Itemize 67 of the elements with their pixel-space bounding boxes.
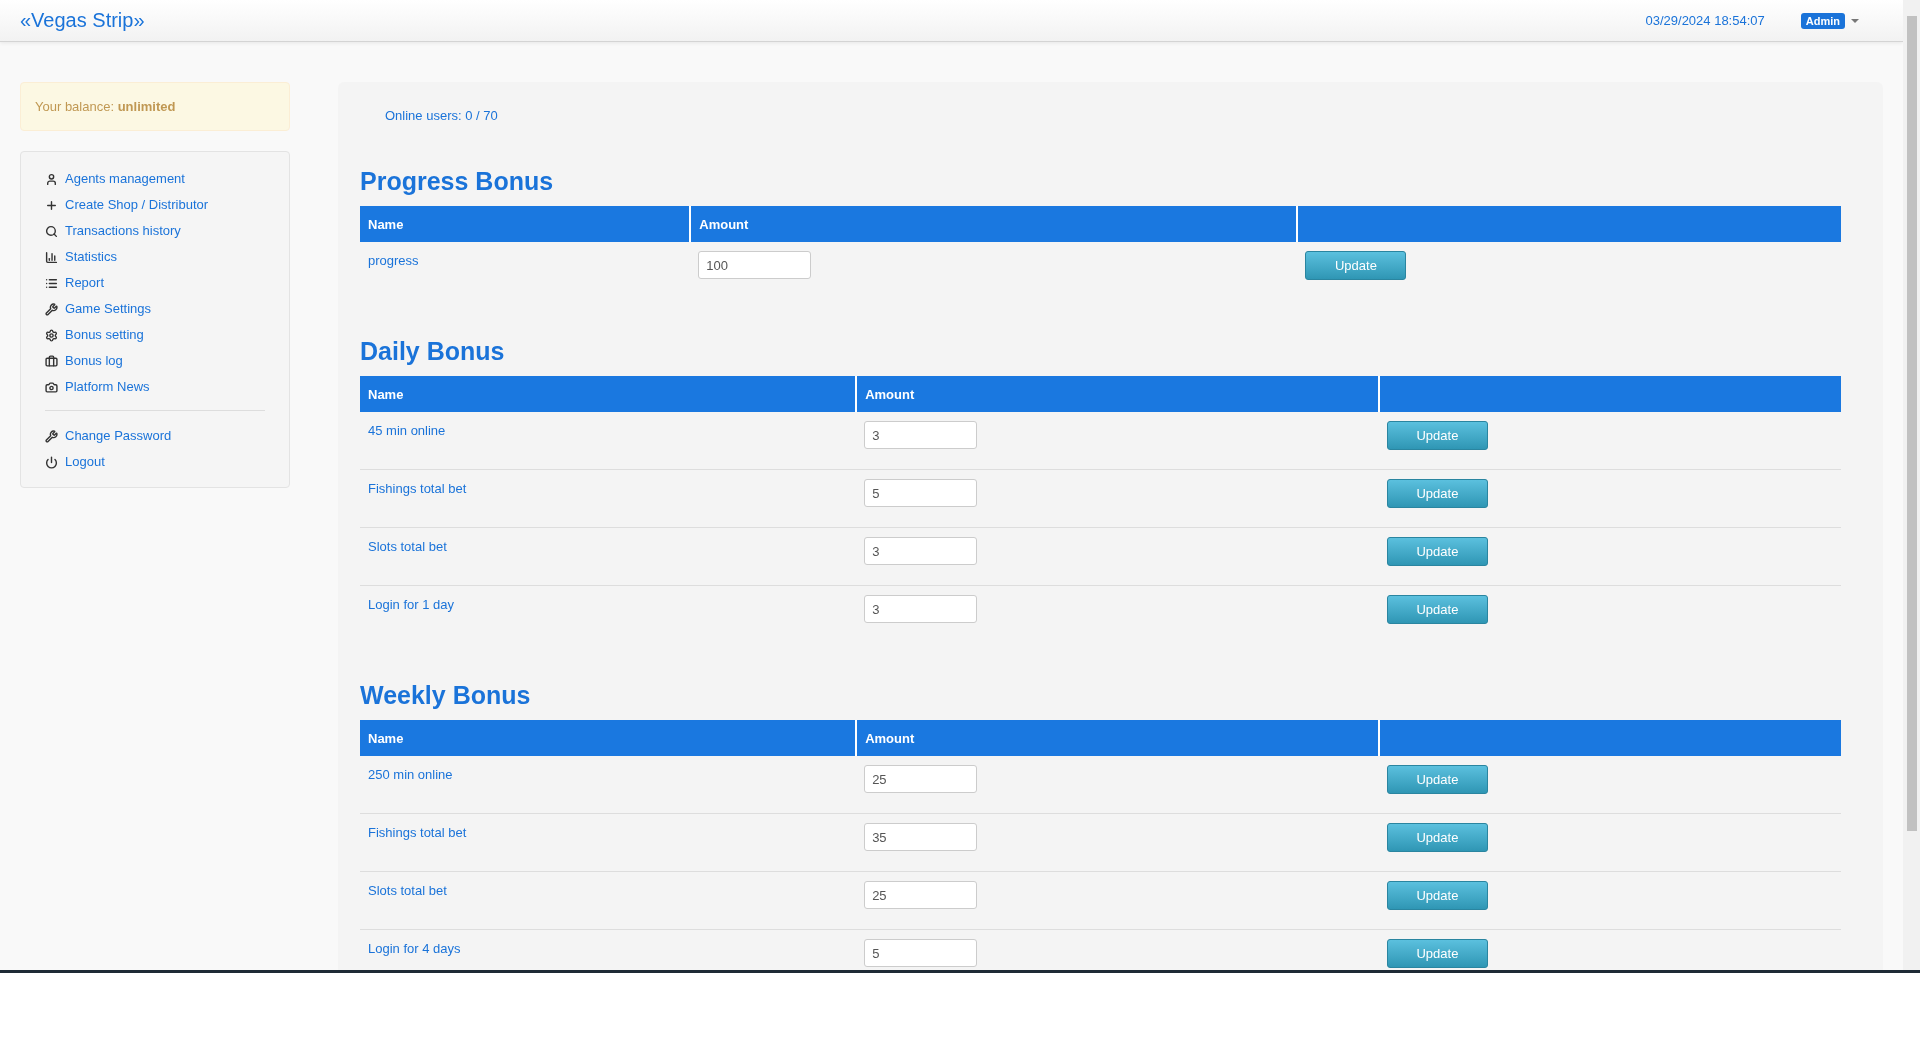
bonus-name: Slots total bet <box>368 538 447 554</box>
date-time: 03/29/2024 18:54:07 <box>1645 13 1765 28</box>
sidebar-menu-item[interactable]: Report <box>45 270 105 296</box>
sidebar-menu-item[interactable]: Agents management <box>45 166 185 192</box>
amount-field[interactable]: 25 <box>864 765 978 793</box>
sidebar-menu-item[interactable]: Statistics <box>45 244 117 270</box>
update-button[interactable]: Update <box>1305 251 1407 280</box>
bonus-name: Fishings total bet <box>368 480 467 496</box>
scrollbar-thumb[interactable] <box>1906 16 1917 831</box>
user-icon <box>45 172 58 186</box>
settings-icon <box>45 328 58 342</box>
sidebar-menu-item[interactable]: Bonus log <box>45 348 123 374</box>
column-header: Amount <box>690 206 1298 242</box>
list-icon <box>45 276 58 290</box>
sidebar-menu-item[interactable]: Bonus setting <box>45 322 144 348</box>
update-button[interactable]: Update <box>1386 595 1488 624</box>
sidebar-menu-item[interactable]: Logout <box>45 449 105 475</box>
amount-field[interactable]: 25 <box>864 881 978 909</box>
amount-field[interactable]: 3 <box>864 537 978 565</box>
user-badge: Admin <box>1800 12 1845 29</box>
bonus-name: Slots total bet <box>368 882 447 898</box>
sidebar-menu-item[interactable]: Transactions history <box>45 218 181 244</box>
bonus-name: 250 min online <box>368 766 453 782</box>
update-button[interactable]: Update <box>1386 881 1488 910</box>
update-button[interactable]: Update <box>1386 939 1488 968</box>
bonus-name: Login for 1 day <box>368 596 454 612</box>
amount-field[interactable]: 3 <box>864 421 978 449</box>
search-icon <box>45 224 58 238</box>
update-button[interactable]: Update <box>1386 479 1488 508</box>
caret-icon <box>1851 18 1859 23</box>
update-button[interactable]: Update <box>1386 765 1488 794</box>
user-menu[interactable]: Admin <box>1800 12 1859 29</box>
amount-field[interactable]: 5 <box>864 479 978 507</box>
section-title: Weekly Bonus <box>360 681 532 710</box>
column-header: Amount <box>856 720 1379 756</box>
briefcase-icon <box>45 354 58 368</box>
sidebar-menu-item[interactable]: Change Password <box>45 423 172 449</box>
section-title: Progress Bonus <box>360 167 555 196</box>
balance-notice: Your balance: unlimited <box>20 82 290 131</box>
column-header: Amount <box>856 376 1379 412</box>
section-title: Daily Bonus <box>360 337 506 366</box>
amount-field[interactable]: 35 <box>864 823 978 851</box>
sidebar-menu-item[interactable]: Game Settings <box>45 296 151 322</box>
amount-field[interactable]: 100 <box>698 251 812 279</box>
sidebar-menu-item[interactable]: Platform News <box>45 374 150 400</box>
amount-field[interactable]: 5 <box>864 939 978 967</box>
update-button[interactable]: Update <box>1386 823 1488 852</box>
online-users: Online users: 0 / 70 <box>384 108 499 123</box>
wrench-icon <box>45 429 58 443</box>
column-header: Name <box>360 720 857 756</box>
site-brand[interactable]: «Vegas Strip» <box>20 9 1646 32</box>
bonus-name: Login for 4 days <box>368 940 461 956</box>
bonus-name: progress <box>368 252 419 268</box>
scrollbar[interactable] <box>1903 0 1920 970</box>
column-header: Name <box>360 376 857 412</box>
bar-chart-icon <box>45 250 58 264</box>
bonus-name: 45 min online <box>368 422 446 438</box>
plus-icon <box>45 198 58 212</box>
bonus-name: Fishings total bet <box>368 824 467 840</box>
sidebar-menu-item[interactable]: Create Shop / Distributor <box>45 192 209 218</box>
power-icon <box>45 455 58 469</box>
update-button[interactable]: Update <box>1386 421 1488 450</box>
column-header: Name <box>360 206 691 242</box>
wrench-icon <box>45 302 58 316</box>
amount-field[interactable]: 3 <box>864 595 978 623</box>
camera-icon <box>45 380 58 394</box>
update-button[interactable]: Update <box>1386 537 1488 566</box>
